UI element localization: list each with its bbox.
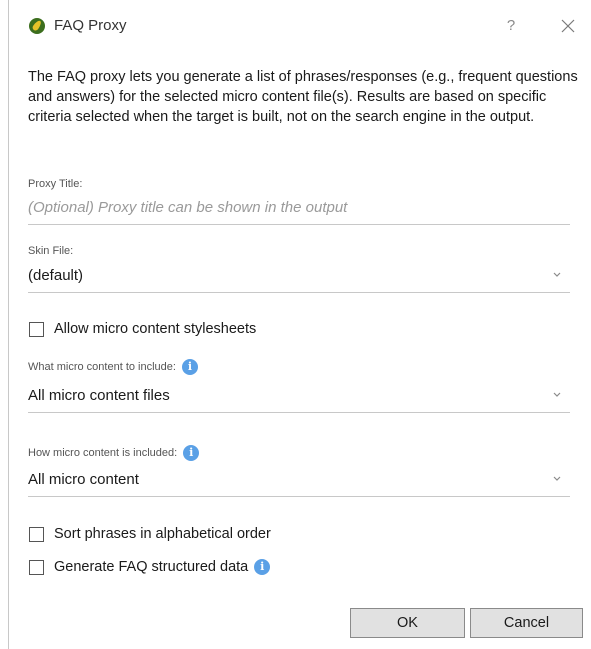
generate-faq-row[interactable]: Generate FAQ structured data i	[29, 559, 271, 575]
generate-faq-info-icon[interactable]: i	[254, 559, 271, 575]
dialog-title: FAQ Proxy	[54, 17, 127, 34]
close-icon	[561, 19, 575, 33]
how-included-underline	[28, 496, 570, 497]
sort-phrases-row[interactable]: Sort phrases in alphabetical order	[29, 526, 271, 542]
how-included-chevron-down-icon[interactable]	[550, 471, 564, 485]
skin-file-chevron-down-icon[interactable]	[550, 267, 564, 281]
allow-stylesheets-label: Allow micro content stylesheets	[54, 321, 257, 337]
sort-phrases-checkbox[interactable]	[29, 526, 44, 542]
how-included-select[interactable]: All micro content	[28, 471, 139, 488]
cancel-button[interactable]: Cancel	[470, 608, 583, 638]
ok-button[interactable]: OK	[350, 608, 465, 638]
skin-file-underline	[28, 292, 570, 293]
how-included-label: How micro content is included: i	[28, 445, 200, 461]
skin-file-select[interactable]: (default)	[28, 267, 83, 284]
allow-stylesheets-checkbox[interactable]	[29, 321, 44, 337]
close-button[interactable]	[557, 15, 579, 37]
content-include-underline	[28, 412, 570, 413]
proxy-title-underline	[28, 224, 570, 225]
intro-text: The FAQ proxy lets you generate a list o…	[28, 69, 578, 125]
title-bar: FAQ Proxy ?	[9, 0, 591, 52]
content-include-info-icon[interactable]: i	[181, 359, 198, 375]
skin-file-label: Skin File:	[28, 245, 74, 257]
sort-phrases-label: Sort phrases in alphabetical order	[54, 526, 271, 542]
content-include-chevron-down-icon[interactable]	[550, 387, 564, 401]
generate-faq-checkbox[interactable]	[29, 559, 44, 575]
how-included-info-icon[interactable]: i	[183, 445, 200, 461]
proxy-title-input[interactable]: (Optional) Proxy title can be shown in t…	[28, 199, 347, 216]
content-include-select[interactable]: All micro content files	[28, 387, 170, 404]
proxy-title-label: Proxy Title:	[28, 178, 83, 190]
help-button[interactable]: ?	[499, 15, 523, 37]
faq-proxy-dialog: FAQ Proxy ? The FAQ proxy lets you gener…	[8, 0, 591, 649]
generate-faq-label: Generate FAQ structured data	[54, 559, 249, 575]
content-include-label: What micro content to include: i	[28, 359, 198, 375]
app-leaf-icon	[29, 18, 45, 34]
allow-stylesheets-row[interactable]: Allow micro content stylesheets	[29, 321, 256, 337]
